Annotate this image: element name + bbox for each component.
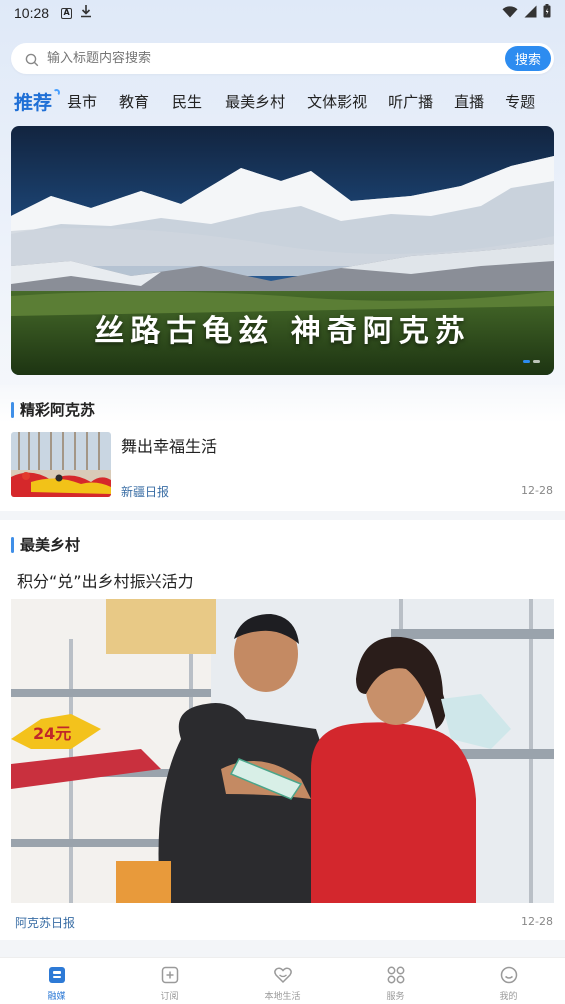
tab-radio[interactable]: 听广播: [388, 91, 433, 112]
section-title[interactable]: 精彩阿克苏: [11, 399, 95, 420]
subscribe-icon: [160, 965, 180, 985]
refresh-indicator-icon: [53, 88, 61, 96]
section-title[interactable]: 最美乡村: [11, 534, 80, 555]
channel-tabs: 推荐 县市 教育 民生 最美乡村 文体影视 听广播 直播 专题: [0, 84, 565, 118]
a-notification-icon: A: [61, 7, 73, 19]
profile-icon: [499, 965, 519, 985]
nav-local-life[interactable]: 本地生活: [226, 958, 339, 1004]
grid-icon: [386, 965, 406, 985]
nav-subscribe[interactable]: 订阅: [113, 958, 226, 1004]
section-beautiful-village: 最美乡村 积分“兑”出乡村振兴活力 24元 阿克苏日报 12-28: [0, 520, 565, 940]
news-title[interactable]: 舞出幸福生活: [121, 433, 217, 457]
banner-dot-active: [523, 360, 530, 363]
banner-dot: [533, 360, 540, 363]
banner-carousel[interactable]: 丝路古龟兹 神奇阿克苏: [11, 126, 554, 375]
feature-image[interactable]: 24元: [11, 599, 554, 903]
status-bar: 10:28 A: [0, 0, 565, 26]
section-wonderful-aksu: 精彩阿克苏 舞出幸福生活 新疆日报 12-28: [0, 385, 565, 511]
nav-services[interactable]: 服务: [339, 958, 452, 1004]
tab-education[interactable]: 教育: [119, 91, 149, 112]
signal-icon: [524, 5, 537, 22]
download-icon: [80, 4, 92, 22]
wifi-icon: [502, 5, 518, 22]
section-title-text: 精彩阿克苏: [20, 401, 96, 419]
news-time: 12-28: [521, 484, 553, 497]
tab-special[interactable]: 专题: [505, 91, 535, 112]
banner-caption: 丝路古龟兹 神奇阿克苏: [94, 314, 471, 349]
search-icon: [25, 52, 39, 66]
nav-media[interactable]: 融媒: [0, 958, 113, 1004]
tab-beautiful-village[interactable]: 最美乡村: [225, 91, 285, 112]
media-icon: [47, 965, 67, 985]
nav-label: 融媒: [47, 992, 66, 1002]
nav-label: 订阅: [160, 992, 179, 1002]
search-button[interactable]: 搜索: [505, 46, 551, 71]
tab-culture-sports[interactable]: 文体影视: [307, 91, 367, 112]
price-sign-text: 24元: [33, 724, 71, 743]
feature-title[interactable]: 积分“兑”出乡村振兴活力: [17, 568, 194, 592]
feature-source: 阿克苏日报: [15, 916, 76, 930]
heart-icon: [273, 965, 293, 985]
status-time: 10:28: [14, 5, 50, 21]
nav-label: 服务: [386, 992, 405, 1002]
news-source: 新疆日报: [121, 485, 170, 499]
feature-time: 12-28: [521, 915, 553, 928]
news-thumbnail[interactable]: [11, 432, 111, 497]
banner-pagination: [523, 360, 540, 363]
tab-livelihood[interactable]: 民生: [172, 91, 202, 112]
nav-profile[interactable]: 我的: [452, 958, 565, 1004]
tab-live[interactable]: 直播: [454, 91, 484, 112]
title-accent-bar: [11, 401, 14, 418]
title-accent-bar: [11, 536, 14, 553]
section-title-text: 最美乡村: [20, 536, 81, 554]
nav-label: 本地生活: [264, 992, 301, 1002]
tab-recommend[interactable]: 推荐: [14, 88, 61, 115]
search-bar: 搜索: [11, 43, 554, 74]
battery-icon: [543, 4, 551, 22]
nav-label: 我的: [499, 992, 518, 1002]
bottom-nav: 融媒 订阅 本地生活 服务 我的: [0, 957, 565, 1004]
search-input[interactable]: [47, 51, 554, 66]
tab-counties[interactable]: 县市: [67, 91, 97, 112]
